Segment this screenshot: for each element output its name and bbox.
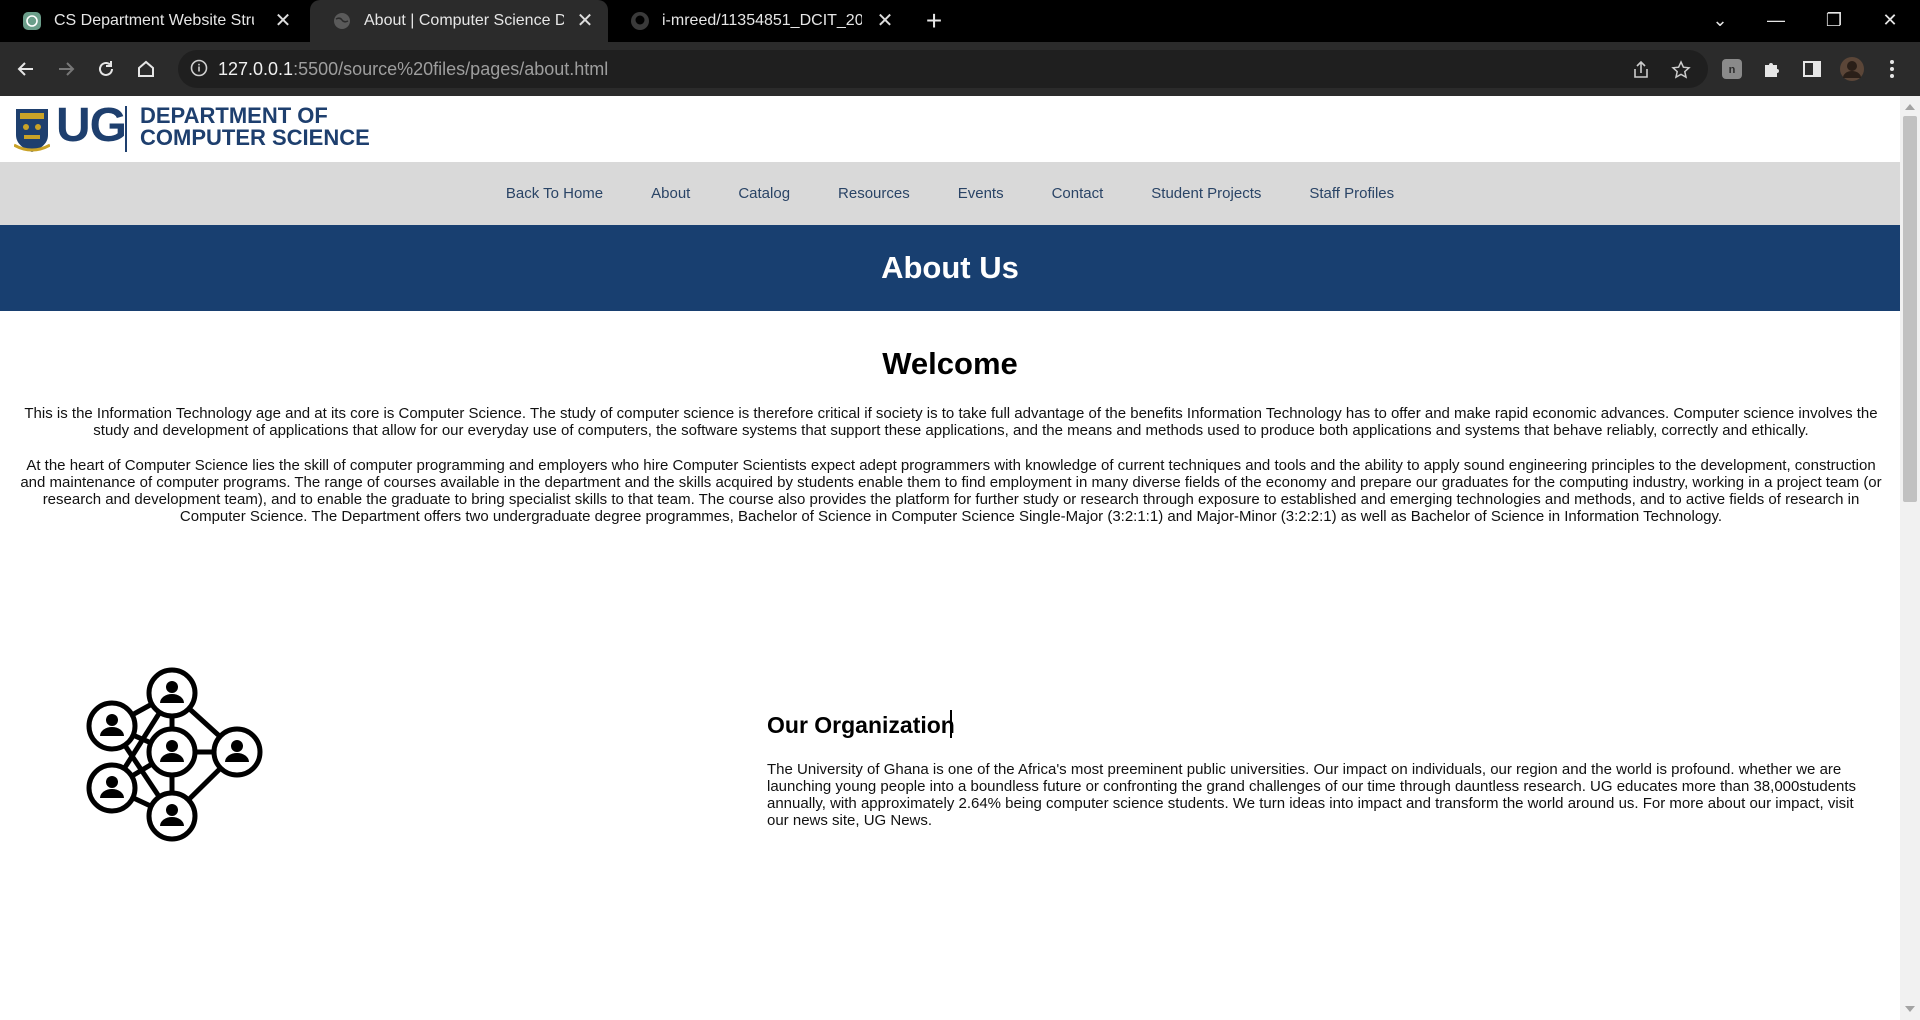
browser-toolbar: 127.0.0.1:5500/source%20files/pages/abou… — [0, 42, 1920, 96]
browser-tab-strip: CS Department Website Structur ✕ About |… — [0, 0, 1920, 42]
close-tab-icon[interactable]: ✕ — [874, 10, 896, 32]
logo-ug-text: UG — [56, 99, 127, 152]
tab-title: About | Computer Science Depa — [364, 12, 564, 29]
minimize-button[interactable]: — — [1748, 0, 1804, 42]
extension-icon[interactable]: n — [1718, 55, 1746, 83]
tab-title: i-mreed/11354851_DCIT_205_IA — [662, 12, 862, 29]
nav-student-projects[interactable]: Student Projects — [1151, 185, 1261, 202]
back-icon[interactable] — [10, 53, 42, 85]
tab-cs-structure[interactable]: CS Department Website Structur ✕ — [0, 0, 306, 42]
close-tab-icon[interactable]: ✕ — [574, 10, 596, 32]
url-path: :5500/source%20files/pages/about.html — [293, 59, 609, 79]
nav-staff-profiles[interactable]: Staff Profiles — [1309, 185, 1394, 202]
nav-about[interactable]: About — [651, 185, 690, 202]
globe-icon — [332, 11, 352, 31]
welcome-heading: Welcome — [882, 346, 1018, 381]
scroll-down-arrow[interactable] — [1905, 1006, 1915, 1012]
ug-crest-logo — [13, 105, 51, 158]
close-tab-icon[interactable]: ✕ — [272, 10, 294, 32]
site-info-icon[interactable] — [190, 59, 208, 82]
home-icon[interactable] — [130, 53, 162, 85]
github-icon — [630, 11, 650, 31]
nav-catalog[interactable]: Catalog — [738, 185, 790, 202]
svg-text:n: n — [1729, 64, 1736, 76]
menu-dots-icon[interactable] — [1878, 55, 1906, 83]
page-banner: About Us — [0, 225, 1900, 311]
share-icon[interactable] — [1630, 59, 1652, 81]
bookmark-star-icon[interactable] — [1670, 59, 1692, 81]
intro-paragraph-2: At the heart of Computer Science lies th… — [20, 457, 1882, 525]
forward-icon[interactable] — [50, 53, 82, 85]
scrollbar-thumb[interactable] — [1903, 116, 1917, 502]
tab-about[interactable]: About | Computer Science Depa ✕ — [310, 0, 608, 42]
nav-resources[interactable]: Resources — [838, 185, 910, 202]
nav-back-to-home[interactable]: Back To Home — [506, 185, 603, 202]
tab-github[interactable]: i-mreed/11354851_DCIT_205_IA ✕ — [608, 0, 908, 42]
logo-line-2: COMPUTER SCIENCE — [140, 125, 370, 150]
page-viewport: UG DEPARTMENT OF COMPUTER SCIENCE Back T… — [0, 96, 1900, 1020]
tab-search-icon[interactable]: ⌄ — [1692, 0, 1748, 42]
site-header: UG DEPARTMENT OF COMPUTER SCIENCE — [0, 96, 1900, 162]
reload-icon[interactable] — [90, 53, 122, 85]
extensions-puzzle-icon[interactable] — [1758, 55, 1786, 83]
tab-title: CS Department Website Structur — [54, 12, 254, 29]
restore-button[interactable]: ❐ — [1806, 0, 1862, 42]
profile-avatar[interactable] — [1838, 55, 1866, 83]
url-text: 127.0.0.1:5500/source%20files/pages/abou… — [218, 59, 608, 80]
page-title: About Us — [881, 250, 1019, 285]
address-bar[interactable]: 127.0.0.1:5500/source%20files/pages/abou… — [178, 50, 1708, 88]
logo-line-1: DEPARTMENT OF — [140, 103, 328, 128]
url-host: 127.0.0.1 — [218, 59, 294, 79]
organization-heading: Our Organization — [767, 712, 955, 738]
scroll-up-arrow[interactable] — [1905, 104, 1915, 110]
text-cursor — [950, 710, 952, 738]
close-window-button[interactable]: ✕ — [1862, 0, 1918, 42]
side-panel-icon[interactable] — [1798, 55, 1826, 83]
organization-paragraph: The University of Ghana is one of the Af… — [767, 761, 1857, 829]
intro-paragraph-1: This is the Information Technology age a… — [24, 405, 1878, 439]
page-scrollbar[interactable] — [1900, 96, 1920, 1020]
new-tab-button[interactable]: + — [918, 6, 950, 38]
logo-department-text: DEPARTMENT OF COMPUTER SCIENCE — [140, 105, 370, 149]
chatgpt-icon — [22, 11, 42, 31]
main-nav: Back To Home About Catalog Resources Eve… — [0, 162, 1900, 225]
nav-contact[interactable]: Contact — [1052, 185, 1104, 202]
logo-divider — [125, 106, 127, 152]
nav-events[interactable]: Events — [958, 185, 1004, 202]
organization-network-icon — [82, 666, 268, 857]
